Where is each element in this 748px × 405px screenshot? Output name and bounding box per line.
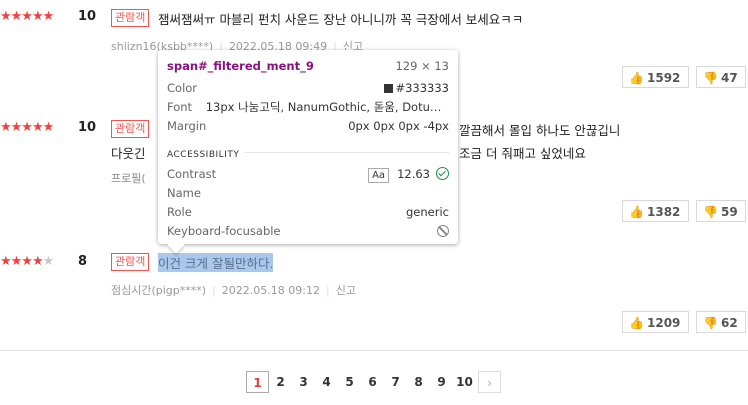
name-label: Name xyxy=(167,186,201,200)
review-score: 10 xyxy=(78,120,97,135)
report-link[interactable]: 신고 xyxy=(336,284,356,297)
review-text: 깔끔해서 몰입 하나도 안끊깁니 xyxy=(459,123,621,138)
role-label: Role xyxy=(167,205,192,219)
dislike-count: 59 xyxy=(721,205,738,219)
review-user[interactable]: 프로필( xyxy=(111,170,146,186)
page-3[interactable]: 3 xyxy=(292,371,315,393)
like-button[interactable]: 👍 1382 xyxy=(622,200,689,222)
thumbs-up-icon: 👍 xyxy=(629,205,644,219)
page-8[interactable]: 8 xyxy=(407,371,430,393)
color-label: Color xyxy=(167,81,198,95)
thumbs-up-icon: 👍 xyxy=(629,316,644,330)
like-button[interactable]: 👍 1209 xyxy=(622,311,689,333)
viewer-badge: 관람객 xyxy=(111,120,150,138)
accessibility-heading: ACCESSIBILITY xyxy=(167,150,240,160)
dislike-button[interactable]: 👎 59 xyxy=(696,200,746,222)
review-score: 10 xyxy=(78,9,97,24)
dislike-count: 62 xyxy=(721,316,738,330)
margin-value: 0px 0px 0px -4px xyxy=(348,119,449,133)
page-6[interactable]: 6 xyxy=(361,371,384,393)
page-10[interactable]: 10 xyxy=(453,371,476,393)
review-score: 8 xyxy=(78,254,88,269)
font-value: 13px 나눔고딕, NanumGothic, 돋움, Dotu… xyxy=(205,100,442,114)
viewer-badge: 관람객 xyxy=(111,253,150,271)
pagination: 1 2 3 4 5 6 7 8 9 10 › xyxy=(246,371,501,393)
page-1[interactable]: 1 xyxy=(246,371,269,393)
review-meta: 점심시간(pigp****) | 2022.05.18 09:12 | 신고 xyxy=(111,284,356,297)
dislike-count: 47 xyxy=(721,71,738,85)
review-user[interactable]: 점심시간(pigp****) xyxy=(111,284,206,297)
thumbs-down-icon: 👎 xyxy=(703,205,718,219)
page-5[interactable]: 5 xyxy=(338,371,361,393)
next-page-icon[interactable]: › xyxy=(478,371,501,393)
tooltip-size: 129 × 13 xyxy=(395,59,449,73)
not-focusable-icon xyxy=(437,225,449,237)
contrast-aa-icon: Aa xyxy=(368,168,390,183)
section-divider xyxy=(245,152,449,153)
review-text-line2-cont: 조금 더 줘패고 싶었네요 xyxy=(459,146,586,161)
check-circle-icon xyxy=(436,167,449,180)
contrast-value: 12.63 xyxy=(397,167,430,181)
devtools-inspect-tooltip: span#_filtered_ment_9 129 × 13 Color #33… xyxy=(158,50,458,254)
color-value: #333333 xyxy=(395,81,449,95)
review-date: 2022.05.18 09:12 xyxy=(221,284,320,297)
tooltip-arrow xyxy=(167,236,185,254)
thumbs-up-icon: 👍 xyxy=(629,71,644,85)
like-count: 1209 xyxy=(647,316,681,330)
review-text-highlighted: 이건 크게 잘될만하다. xyxy=(158,253,274,272)
margin-label: Margin xyxy=(167,119,207,133)
like-button[interactable]: 👍 1592 xyxy=(622,66,689,88)
font-label: Font xyxy=(167,100,193,114)
page-9[interactable]: 9 xyxy=(430,371,453,393)
review-text: 잼써잼써ㅠ 마블리 펀치 사운드 장난 아니니까 꼭 극장에서 보세요ㅋㅋ xyxy=(158,12,524,27)
dislike-button[interactable]: 👎 62 xyxy=(696,311,746,333)
thumbs-down-icon: 👎 xyxy=(703,316,718,330)
keyboard-focusable-label: Keyboard-focusable xyxy=(167,224,281,238)
page-2[interactable]: 2 xyxy=(269,371,292,393)
divider xyxy=(0,350,748,351)
contrast-label: Contrast xyxy=(167,167,217,181)
thumbs-down-icon: 👎 xyxy=(703,71,718,85)
viewer-badge: 관람객 xyxy=(111,9,150,27)
like-count: 1382 xyxy=(647,205,681,219)
review-text-line2: 다웃긴 xyxy=(111,146,146,161)
star-rating: ★★★★★ xyxy=(0,254,54,269)
star-rating: ★★★★★ xyxy=(0,9,54,24)
dislike-button[interactable]: 👎 47 xyxy=(696,66,746,88)
page-4[interactable]: 4 xyxy=(315,371,338,393)
color-swatch-icon xyxy=(384,84,394,93)
star-rating: ★★★★★ xyxy=(0,120,54,135)
like-count: 1592 xyxy=(647,71,681,85)
role-value: generic xyxy=(406,205,449,219)
tooltip-selector: span#_filtered_ment_9 xyxy=(167,59,314,73)
page-7[interactable]: 7 xyxy=(384,371,407,393)
